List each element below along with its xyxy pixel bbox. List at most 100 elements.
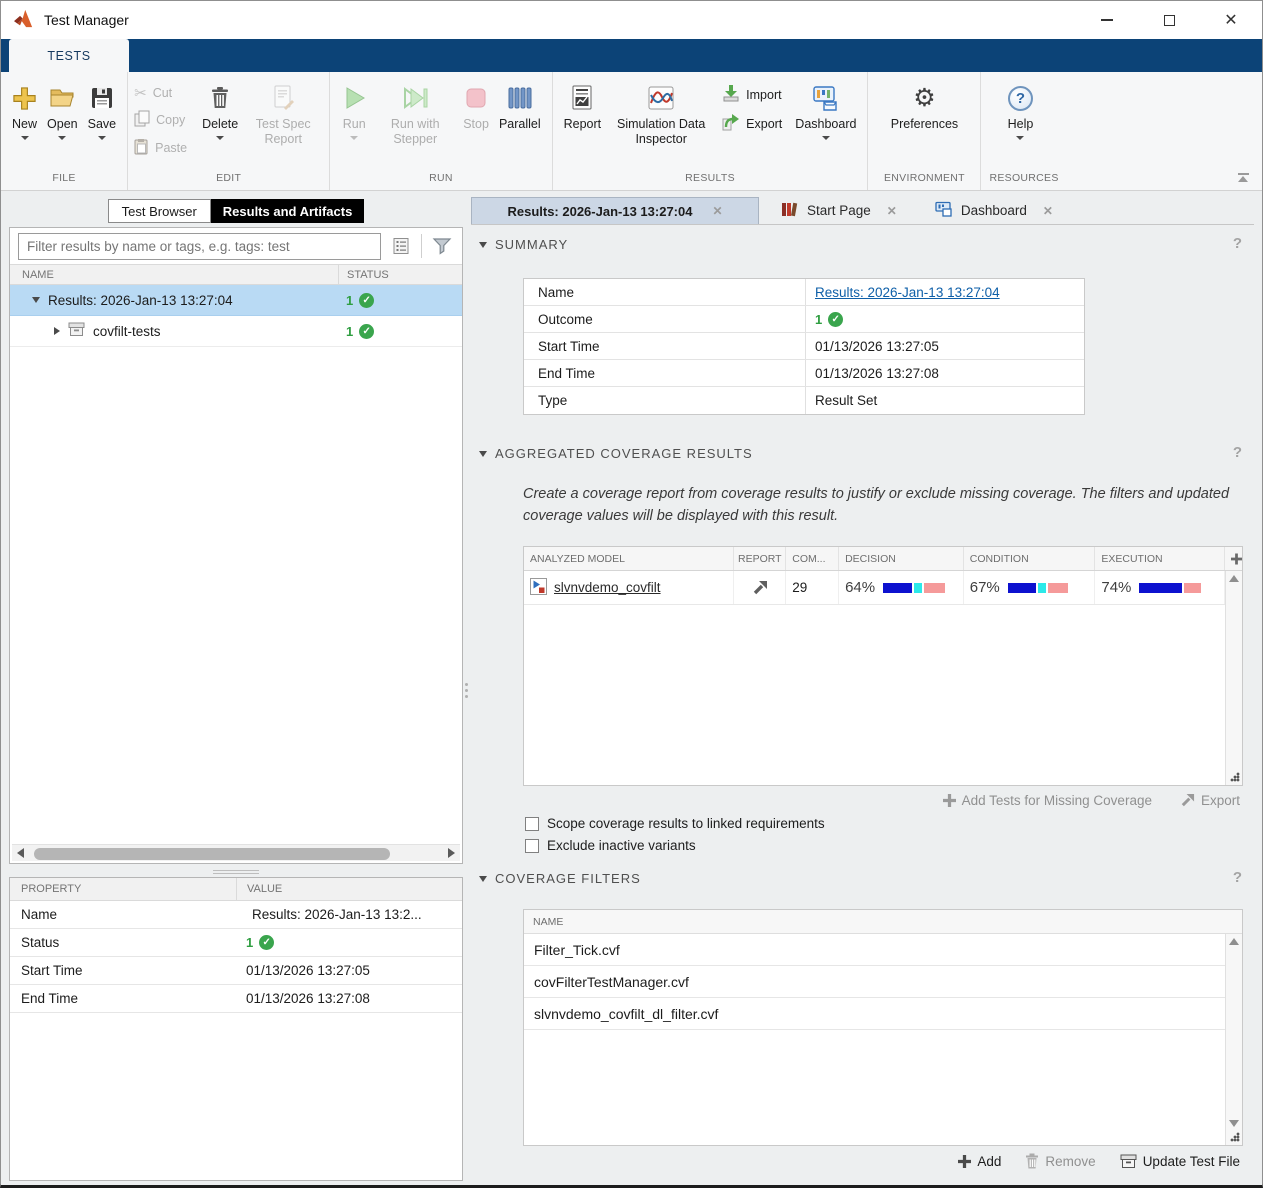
stop-button[interactable]: Stop [458,80,494,134]
scroll-up-icon[interactable] [1229,575,1239,582]
toolbar-group-environment: ⚙ Preferences ENVIRONMENT [868,72,981,190]
open-report-button[interactable] [734,571,786,604]
test-spec-report-button[interactable]: Test Spec Report [243,80,323,149]
copy-button[interactable]: Copy [134,110,187,130]
tree-column-status[interactable]: STATUS [338,265,462,284]
horizontal-scrollbar[interactable] [12,844,460,861]
export-button[interactable]: Export [722,113,782,134]
trash-icon [210,82,230,114]
column-decision[interactable]: DECISION [839,547,964,570]
scroll-right-icon[interactable] [448,848,455,858]
add-tests-for-missing-coverage-button[interactable]: Add Tests for Missing Coverage [943,793,1152,808]
expand-collapse-icon[interactable] [32,297,40,303]
saved-filters-list-button[interactable] [389,234,413,258]
close-tab-icon[interactable]: ✕ [887,204,897,218]
tree-row-label: Results: 2026-Jan-13 13:27:04 [48,293,233,308]
filter-row-item[interactable]: Filter_Tick.cvf [524,934,1242,966]
vertical-scrollbar[interactable] [1225,934,1242,1145]
value-column[interactable]: VALUE [236,878,462,900]
tab-results-document[interactable]: Results: 2026-Jan-13 13:27:04 ✕ [471,197,759,224]
checkbox-unchecked-icon[interactable] [525,817,539,831]
vertical-scrollbar[interactable] [1225,571,1242,785]
paste-button[interactable]: Paste [134,138,187,158]
scroll-left-icon[interactable] [17,848,24,858]
maximize-button[interactable] [1138,1,1200,39]
help-icon[interactable]: ? [1233,235,1242,252]
checkbox-unchecked-icon[interactable] [525,839,539,853]
import-button[interactable]: Import [722,84,782,105]
open-button[interactable]: Open [42,80,83,142]
remove-filter-button[interactable]: Remove [1025,1153,1095,1169]
close-tab-icon[interactable]: ✕ [1043,204,1053,218]
column-report[interactable]: REPORT [734,547,786,570]
coverage-row-slvnvdemo-covfilt[interactable]: slvnvdemo_covfilt 29 64% 67% 74% [524,571,1242,605]
run-with-stepper-button[interactable]: Run with Stepper [372,80,458,149]
scrollbar-thumb[interactable] [34,848,390,860]
column-analyzed-model[interactable]: ANALYZED MODEL [524,547,734,570]
column-complexity[interactable]: COM... [786,547,839,570]
tab-test-browser[interactable]: Test Browser [108,199,211,223]
section-collapse-icon[interactable] [479,876,487,882]
cut-button[interactable]: ✂ Cut [134,84,187,102]
export-coverage-button[interactable]: Export [1180,793,1240,808]
filter-row-item[interactable]: slvnvdemo_covfilt_dl_filter.cvf [524,998,1242,1030]
tree-row-results[interactable]: Results: 2026-Jan-13 13:27:04 1 ✓ [10,285,462,316]
tab-dashboard[interactable]: Dashboard ✕ [923,197,1065,224]
preferences-button[interactable]: ⚙ Preferences [886,80,963,134]
dashboard-tab-icon [935,201,953,220]
close-tab-icon[interactable]: ✕ [712,204,722,218]
property-row-status[interactable]: Status 1 ✓ [10,929,462,957]
section-collapse-icon[interactable] [479,242,487,248]
horizontal-splitter[interactable] [9,867,463,876]
coverage-filters-section-header[interactable]: COVERAGE FILTERS [479,871,641,886]
help-button[interactable]: ? Help [1003,80,1039,142]
vertical-splitter[interactable] [463,679,469,701]
collapse-toolstrip-button[interactable] [1236,173,1250,182]
report-button[interactable]: Report [559,80,607,134]
model-link[interactable]: slvnvdemo_covfilt [554,580,661,595]
tree-row-covfilt-tests[interactable]: covfilt-tests 1 ✓ [10,316,462,347]
dashboard-button[interactable]: Dashboard [790,80,861,142]
property-row-name[interactable]: Name Results: 2026-Jan-13 13:2... [10,901,462,929]
collapse-icon [1238,173,1249,175]
property-row-start-time[interactable]: Start Time 01/13/2026 13:27:05 [10,957,462,985]
exclude-inactive-variants-checkbox[interactable]: Exclude inactive variants [525,838,696,853]
filter-row-item[interactable]: covFilterTestManager.cvf [524,966,1242,998]
new-button[interactable]: New [7,80,42,142]
minimize-button[interactable] [1076,1,1138,39]
dashboard-icon [812,82,839,114]
run-button[interactable]: Run [336,80,372,142]
scroll-up-icon[interactable] [1229,938,1239,945]
help-icon[interactable]: ? [1233,444,1242,461]
filter-results-input[interactable] [18,233,381,260]
column-execution[interactable]: EXECUTION [1095,547,1225,570]
filter-icon-button[interactable] [430,234,454,258]
resize-grip-icon[interactable] [1230,1132,1240,1142]
delete-button[interactable]: Delete [197,80,243,142]
add-filter-button[interactable]: Add [958,1154,1001,1169]
section-collapse-icon[interactable] [479,451,487,457]
tab-results-and-artifacts[interactable]: Results and Artifacts [211,199,365,223]
scroll-down-icon[interactable] [1229,1120,1239,1127]
tab-tests[interactable]: TESTS [9,39,129,72]
scope-coverage-checkbox[interactable]: Scope coverage results to linked require… [525,816,825,831]
save-button[interactable]: Save [83,80,122,142]
resize-grip-icon[interactable] [1230,772,1240,782]
property-row-end-time[interactable]: End Time 01/13/2026 13:27:08 [10,985,462,1013]
add-column-button[interactable] [1225,547,1242,570]
update-test-file-button[interactable]: Update Test File [1120,1154,1240,1169]
summary-section-header[interactable]: SUMMARY [479,237,568,252]
property-column[interactable]: PROPERTY [10,883,236,895]
help-icon[interactable]: ? [1233,869,1242,886]
close-button[interactable]: ✕ [1200,1,1262,39]
coverage-section-header[interactable]: AGGREGATED COVERAGE RESULTS [479,446,753,461]
tree-column-name[interactable]: NAME [10,269,338,281]
tab-start-page[interactable]: Start Page ✕ [769,197,909,224]
column-condition[interactable]: CONDITION [964,547,1096,570]
results-link[interactable]: Results: 2026-Jan-13 13:27:04 [815,285,1000,300]
condition-percent: 67% [970,579,1000,596]
filters-column-name[interactable]: NAME [524,910,1242,934]
simulation-data-inspector-button[interactable]: Simulation Data Inspector [606,80,716,149]
parallel-button[interactable]: Parallel [494,80,546,134]
expand-collapse-icon[interactable] [54,327,60,335]
